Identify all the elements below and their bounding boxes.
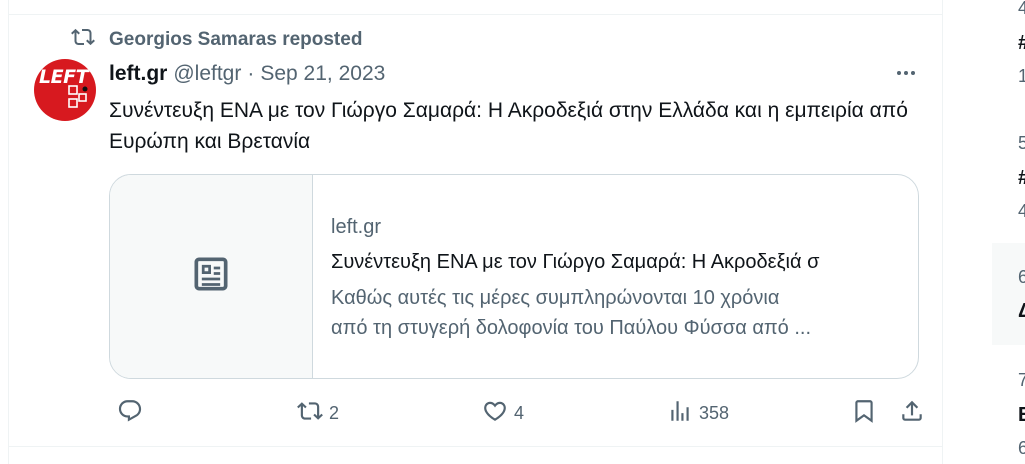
trend-count: 4: [1018, 201, 1025, 221]
repost-context-label: Georgios Samaras reposted: [109, 29, 363, 50]
trend-name[interactable]: Δ: [1018, 300, 1025, 323]
trend-count: 6: [1018, 438, 1025, 458]
action-bar: 2 4 358: [109, 398, 929, 428]
trend-rank: 6: [1018, 267, 1025, 287]
card-description: Καθώς αυτές τις μέρες συμπληρώνονται 10 …: [331, 283, 901, 343]
like-button[interactable]: 4: [482, 398, 524, 428]
card-description-line: από τη στυγερή δολοφονία του Παύλου Φύσσ…: [331, 317, 812, 339]
avatar-logo-mark: [68, 85, 88, 108]
share-icon: [899, 398, 925, 429]
post-text: Συνέντευξη ΕΝΑ με τον Γιώργο Σαμαρά: Η Α…: [109, 99, 908, 153]
trend-name[interactable]: #: [1018, 167, 1025, 190]
link-card[interactable]: left.gr Συνέντευξη ΕΝΑ με τον Γιώργο Σαμ…: [109, 174, 919, 379]
trend-count: 1: [1018, 66, 1025, 86]
trend-name[interactable]: #: [1018, 32, 1025, 55]
divider: [9, 446, 942, 447]
card-body: left.gr Συνέντευξη ΕΝΑ με τον Γιώργο Σαμ…: [313, 175, 918, 378]
trend-item-hover[interactable]: [992, 243, 1025, 345]
repost-button[interactable]: 2: [297, 398, 339, 428]
trends-sidebar-fragment: 4 # 1 5 # 4 6 Δ 7 E 6: [992, 0, 1025, 464]
timeline-column: Georgios Samaras reposted LEFT left.gr @…: [8, 0, 943, 464]
avatar[interactable]: LEFT: [34, 59, 96, 121]
repost-icon: [297, 398, 323, 429]
card-title: Συνέντευξη ΕΝΑ με τον Γιώργο Σαμαρά: Η Α…: [331, 251, 820, 273]
divider: [9, 14, 942, 15]
trend-rank: 7: [1018, 370, 1025, 390]
card-description-line: Καθώς αυτές τις μέρες συμπληρώνονται 10 …: [331, 287, 780, 309]
post-header: left.gr @leftgr · Sep 21, 2023: [109, 62, 385, 88]
author-handle[interactable]: @leftgr: [173, 62, 241, 86]
repost-icon: [71, 25, 95, 55]
like-count: 4: [514, 402, 525, 423]
heart-icon: [482, 398, 508, 429]
card-media: [110, 175, 313, 378]
separator-dot: ·: [247, 62, 255, 85]
author-name[interactable]: left.gr: [109, 62, 167, 86]
share-button[interactable]: [899, 398, 925, 428]
reply-icon: [117, 398, 143, 429]
post-date[interactable]: Sep 21, 2023: [260, 62, 385, 86]
more-button[interactable]: [889, 62, 923, 88]
analytics-icon: [667, 398, 693, 429]
article-icon: [189, 252, 233, 301]
more-icon: [894, 61, 918, 90]
views-button[interactable]: 358: [667, 398, 729, 428]
repost-count: 2: [329, 402, 340, 423]
reply-button[interactable]: [117, 398, 149, 428]
trend-rank: 5: [1018, 133, 1025, 153]
card-domain: left.gr: [331, 216, 382, 238]
view-count: 358: [699, 402, 730, 423]
trend-rank: 4: [1018, 0, 1025, 18]
repost-context[interactable]: Georgios Samaras reposted: [71, 28, 363, 51]
bookmark-button[interactable]: [851, 398, 877, 428]
bookmark-icon: [851, 398, 877, 429]
trend-name[interactable]: E: [1018, 404, 1025, 427]
